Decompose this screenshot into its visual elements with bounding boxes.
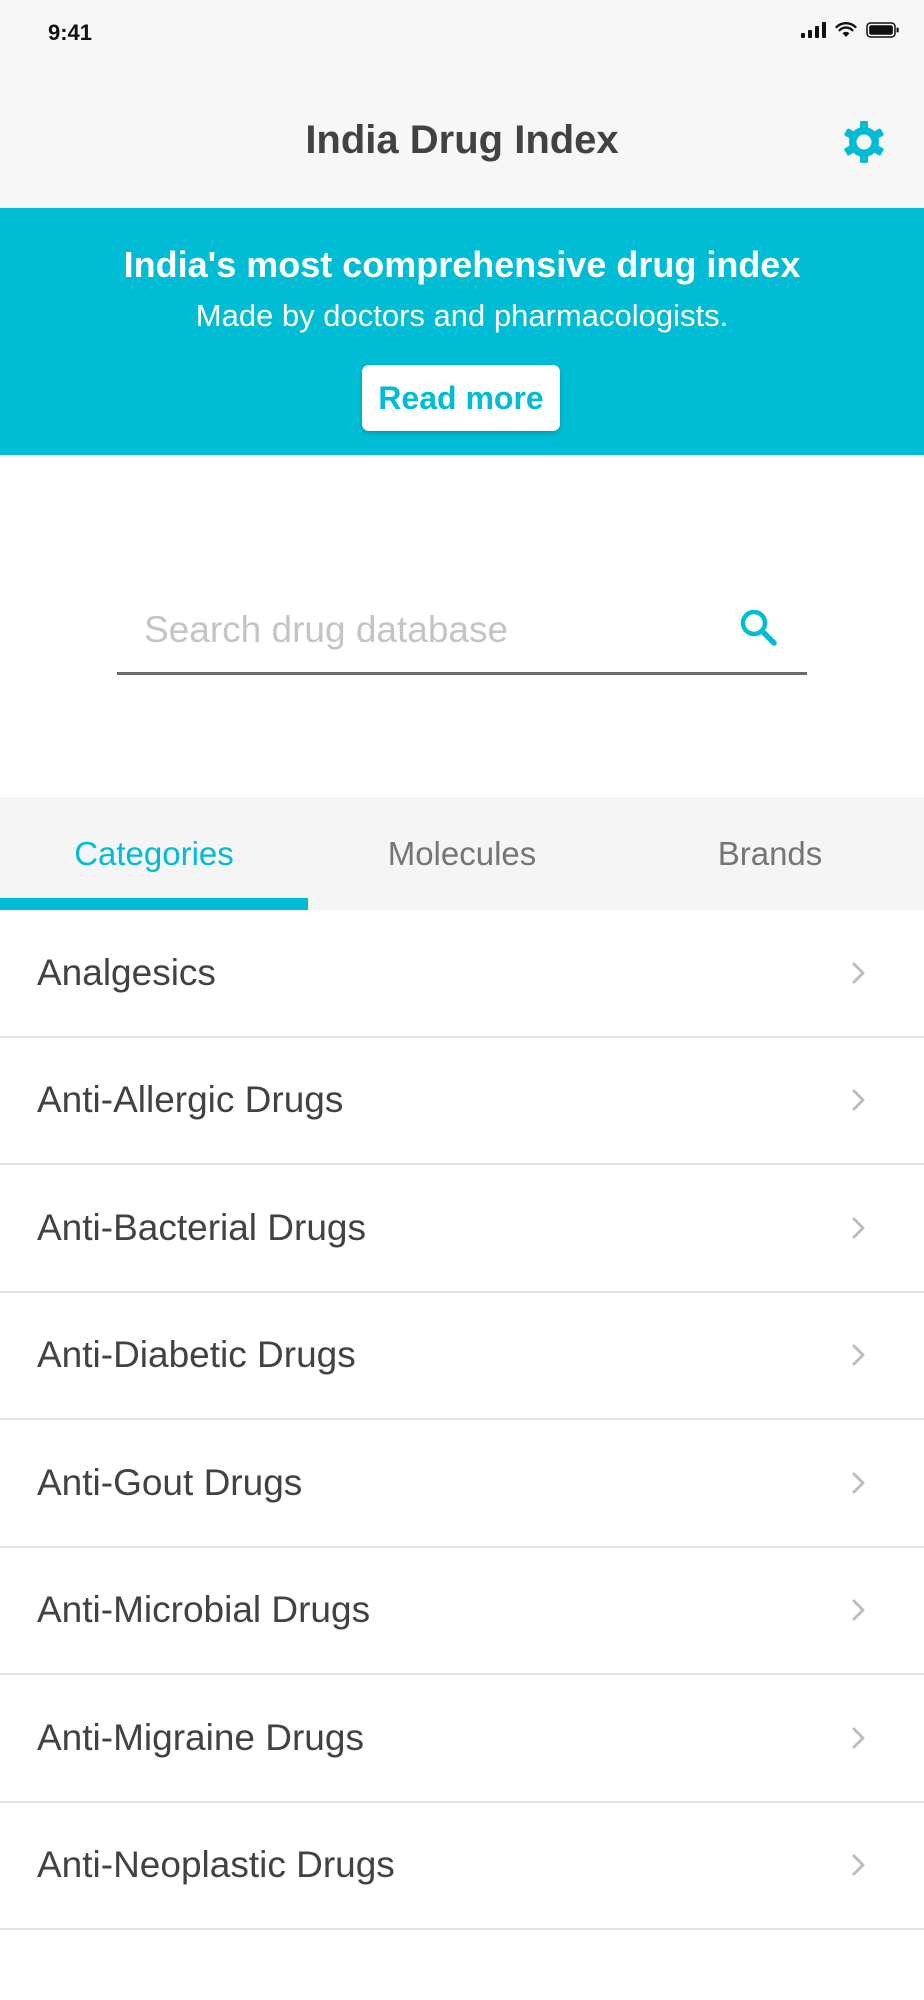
list-item[interactable]: Anti-Gout Drugs	[0, 1420, 924, 1548]
banner-title: India's most comprehensive drug index	[123, 244, 801, 285]
banner-subtitle: Made by doctors and pharmacologists.	[195, 298, 729, 333]
status-icons	[801, 22, 900, 38]
list-item[interactable]: Anti-Diabetic Drugs	[0, 1293, 924, 1420]
status-bar: 9:41	[0, 0, 924, 66]
list-item[interactable]: Anti-Allergic Drugs	[0, 1038, 924, 1165]
tab-brands[interactable]: Brands	[616, 797, 924, 910]
list-item-label: Anti-Allergic Drugs	[37, 1079, 344, 1121]
chevron-right-icon	[852, 1472, 865, 1494]
chevron-right-icon	[852, 1089, 865, 1111]
list-item[interactable]: Anti-Microbial Drugs	[0, 1548, 924, 1675]
list-item[interactable]: Anti-Neoplastic Drugs	[0, 1803, 924, 1930]
list-item-label: Anti-Diabetic Drugs	[37, 1334, 356, 1376]
read-more-button[interactable]: Read more	[362, 365, 560, 431]
settings-button[interactable]	[838, 116, 890, 168]
wifi-icon	[835, 22, 857, 37]
tab-categories[interactable]: Categories	[0, 797, 308, 910]
promo-banner: India's most comprehensive drug index Ma…	[0, 208, 924, 455]
list-item-label: Anti-Migraine Drugs	[37, 1716, 364, 1758]
list-item[interactable]: Analgesics	[0, 910, 924, 1038]
list-item-label: Anti-Microbial Drugs	[37, 1589, 371, 1631]
search-input[interactable]	[144, 605, 704, 655]
list-item-label: Anti-Gout Drugs	[37, 1461, 303, 1503]
search-button[interactable]	[734, 603, 784, 653]
list-item-label: Analgesics	[37, 951, 216, 993]
list-item-label: Anti-Bacterial Drugs	[37, 1206, 367, 1248]
cellular-signal-icon	[801, 22, 826, 38]
chevron-right-icon	[852, 1727, 865, 1749]
chevron-right-icon	[852, 962, 865, 984]
chevron-right-icon	[852, 1854, 865, 1876]
chevron-right-icon	[852, 1344, 865, 1366]
list-item-label: Anti-Neoplastic Drugs	[37, 1844, 395, 1886]
page-title: India Drug Index	[305, 118, 619, 162]
tab-molecules[interactable]: Molecules	[308, 797, 616, 910]
chevron-right-icon	[852, 1599, 865, 1621]
battery-icon	[866, 22, 899, 38]
tab-bar: Categories Molecules Brands	[0, 797, 924, 910]
list-item[interactable]: Anti-Bacterial Drugs	[0, 1165, 924, 1293]
chevron-right-icon	[852, 1217, 865, 1239]
app-header: India Drug Index	[0, 66, 924, 208]
list-item[interactable]: Anti-Migraine Drugs	[0, 1675, 924, 1803]
search-icon	[740, 609, 777, 646]
status-time: 9:41	[48, 20, 93, 45]
gear-icon	[844, 121, 884, 163]
search-bar	[117, 585, 807, 675]
category-list: Analgesics Anti-Allergic Drugs Anti-Bact…	[0, 910, 924, 1930]
